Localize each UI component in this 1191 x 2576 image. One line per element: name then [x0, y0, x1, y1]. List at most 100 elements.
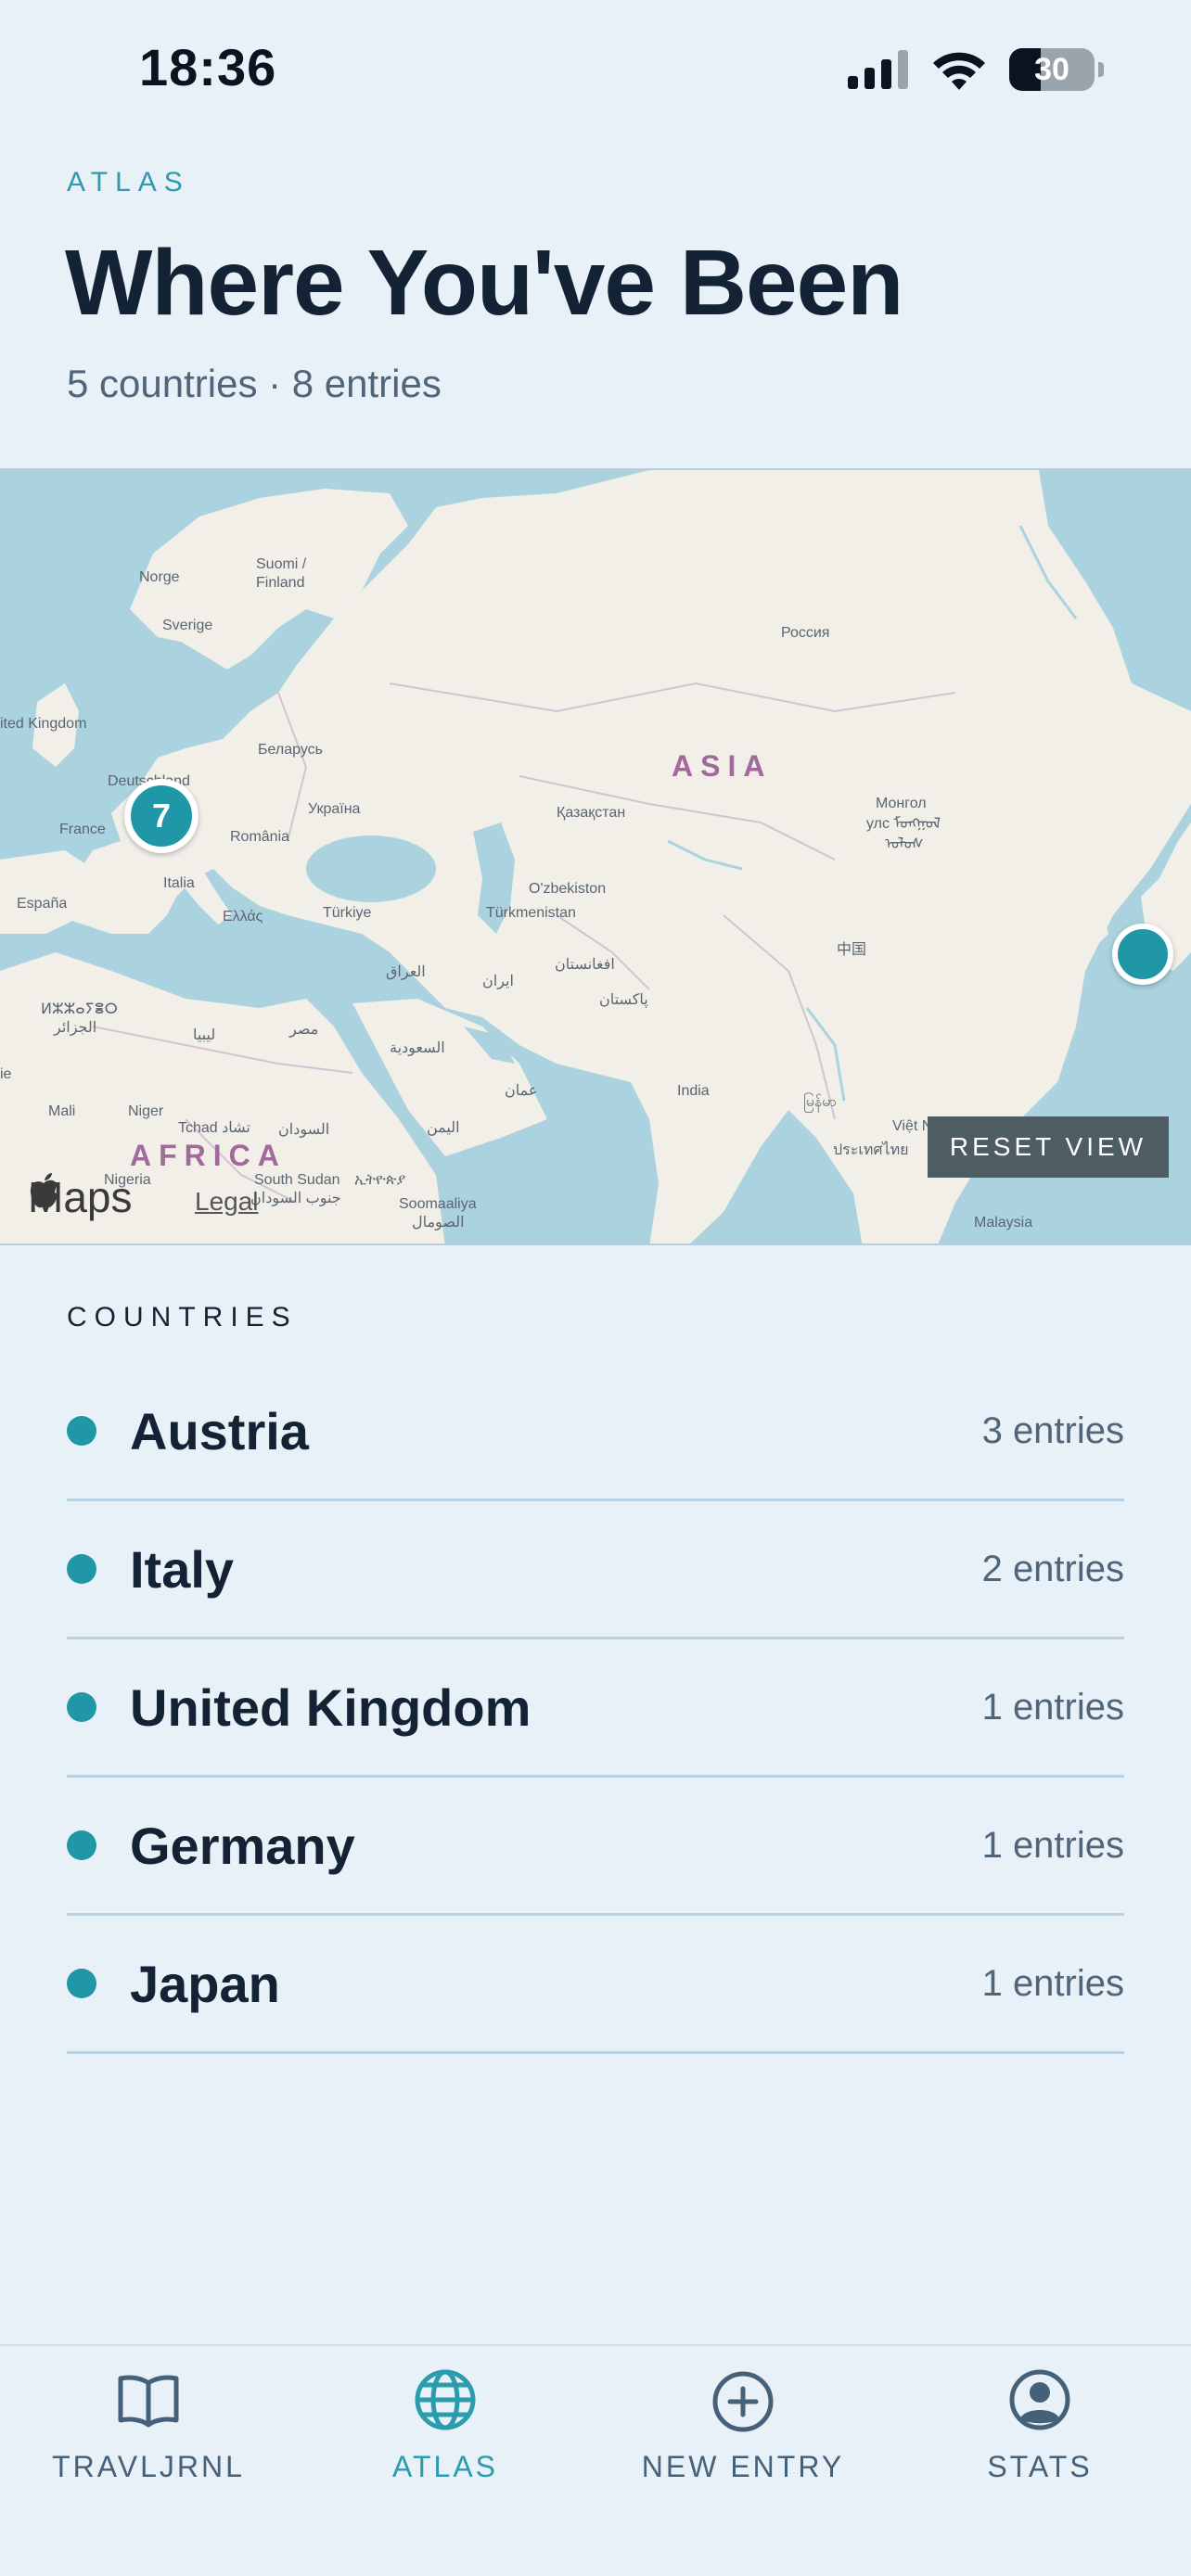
- map-label: عمان: [505, 1083, 537, 1099]
- map-label: Tchad تشاد: [178, 1120, 250, 1136]
- page-subtitle: 5 countries · 8 entries: [67, 362, 442, 405]
- map-label: مصر: [288, 1022, 318, 1038]
- country-name: Italy: [130, 1539, 235, 1599]
- country-row-japan[interactable]: Japan 1 entries: [67, 1916, 1124, 2054]
- map-label: Soomaaliya: [399, 1196, 477, 1212]
- map-label: România: [230, 829, 289, 845]
- map-label: الصومال: [412, 1215, 465, 1231]
- country-list: Austria 3 entries Italy 2 entries United…: [67, 1363, 1124, 2054]
- map-view[interactable]: Norge Suomi / Finland Sverige Россия ite…: [0, 468, 1191, 1245]
- map-label: Finland: [256, 575, 304, 591]
- map-label: ประเทศไทย: [833, 1141, 908, 1158]
- user-circle-icon: [1009, 2369, 1070, 2430]
- country-dot: [67, 1416, 96, 1446]
- map-label: Malaysia: [974, 1215, 1032, 1231]
- battery-tip: [1098, 62, 1104, 77]
- map-region-label: AFRICA: [130, 1139, 287, 1172]
- map-label: India: [677, 1083, 710, 1099]
- map-cluster-marker[interactable]: 7: [124, 779, 198, 853]
- country-dot: [67, 1692, 96, 1722]
- globe-icon: [415, 2369, 476, 2430]
- status-bar: 18:36 30: [0, 0, 1191, 139]
- country-dot: [67, 1969, 96, 1998]
- map-label: ited Kingdom: [0, 716, 86, 732]
- battery-icon: 30: [1009, 48, 1095, 91]
- map-label: السعودية: [390, 1040, 445, 1056]
- map-label: 中国: [837, 941, 866, 958]
- legal-link[interactable]: Legal: [195, 1187, 259, 1217]
- map-label: Mali: [48, 1103, 75, 1119]
- map-label: ie: [0, 1066, 12, 1082]
- country-row-italy[interactable]: Italy 2 entries: [67, 1501, 1124, 1639]
- map-label: Ελλάς: [223, 909, 263, 925]
- map-label: Suomi /: [256, 556, 307, 572]
- map-label: جنوب السودان: [250, 1191, 341, 1206]
- map-label: Italia: [163, 875, 195, 891]
- country-row-austria[interactable]: Austria 3 entries: [67, 1363, 1124, 1501]
- map-pin-marker-japan[interactable]: [1112, 924, 1173, 985]
- map-region-label: ASIA: [672, 749, 772, 783]
- map-label: العراق: [386, 964, 426, 980]
- map-label: Norge: [139, 569, 180, 585]
- tab-atlas[interactable]: ATLAS: [334, 2365, 557, 2484]
- country-entry-count: 1 entries: [981, 1686, 1124, 1728]
- country-entry-count: 1 entries: [981, 1824, 1124, 1866]
- tab-label: ATLAS: [392, 2450, 498, 2483]
- battery-level: 30: [1034, 51, 1069, 87]
- tab-label: STATS: [987, 2450, 1093, 2483]
- map-label: Россия: [781, 625, 829, 641]
- apple-icon: [30, 1173, 58, 1208]
- maps-brand: Maps: [28, 1172, 132, 1222]
- map-label: Монгол: [876, 796, 927, 811]
- map-label: España: [17, 896, 67, 912]
- tab-travljrnl[interactable]: TRAVLJRNL: [37, 2365, 260, 2484]
- countries-section-label: COUNTRIES: [67, 1302, 298, 1333]
- map-label: ⵍⵣⵣⴰⵢⴻⵔ: [41, 1001, 118, 1017]
- map-label: پاکستان: [599, 992, 648, 1008]
- tab-label: TRAVLJRNL: [52, 2450, 245, 2483]
- tab-new-entry[interactable]: NEW ENTRY: [632, 2365, 854, 2484]
- map-label: Україна: [308, 801, 361, 817]
- map-label: Sverige: [162, 618, 212, 633]
- map-label: ኢትዮጵያ: [354, 1172, 405, 1188]
- country-name: United Kingdom: [130, 1677, 531, 1737]
- map-label: افغانستان: [555, 957, 615, 973]
- map-label: ایران: [482, 974, 514, 989]
- country-name: Austria: [130, 1401, 309, 1460]
- map-label: Беларусь: [258, 742, 323, 758]
- map-label: မြန်မာ: [803, 1092, 837, 1113]
- country-row-germany[interactable]: Germany 1 entries: [67, 1778, 1124, 1916]
- map-label: Қазақстан: [557, 805, 625, 821]
- tab-label: NEW ENTRY: [641, 2450, 845, 2483]
- country-row-united-kingdom[interactable]: United Kingdom 1 entries: [67, 1639, 1124, 1778]
- country-entry-count: 2 entries: [981, 1548, 1124, 1589]
- country-entry-count: 1 entries: [981, 1962, 1124, 2004]
- map-label: ليبيا: [193, 1027, 215, 1043]
- country-name: Japan: [130, 1954, 280, 2013]
- book-icon: [118, 2375, 179, 2428]
- country-dot: [67, 1554, 96, 1584]
- tab-stats[interactable]: STATS: [928, 2365, 1151, 2484]
- reset-view-button[interactable]: RESET VIEW: [928, 1116, 1169, 1178]
- tab-bar: TRAVLJRNL ATLAS NEW ENTRY STATS: [0, 2344, 1191, 2576]
- map-label: Türkiye: [323, 905, 372, 921]
- cellular-signal-icon: [848, 50, 908, 89]
- country-name: Germany: [130, 1816, 355, 1875]
- country-entry-count: 3 entries: [981, 1409, 1124, 1451]
- map-label: الجزائر: [53, 1020, 96, 1036]
- status-icons: 30: [848, 46, 1104, 93]
- map-label: France: [59, 822, 106, 837]
- app-label: ATLAS: [67, 167, 190, 198]
- map-label: اليمن: [427, 1120, 460, 1136]
- status-time: 18:36: [139, 38, 277, 96]
- page-title: Where You've Been: [65, 231, 903, 335]
- map-label: السودان: [278, 1122, 329, 1138]
- country-dot: [67, 1830, 96, 1860]
- map-label: O'zbekiston: [529, 881, 606, 897]
- map-label: Türkmenistan: [486, 905, 576, 921]
- map-label: Niger: [128, 1103, 164, 1119]
- map-label: South Sudan: [254, 1172, 340, 1188]
- plus-circle-icon: [712, 2371, 774, 2432]
- wifi-icon: [933, 52, 985, 90]
- map-label: ᠤᠯᠤᠰ: [885, 836, 924, 852]
